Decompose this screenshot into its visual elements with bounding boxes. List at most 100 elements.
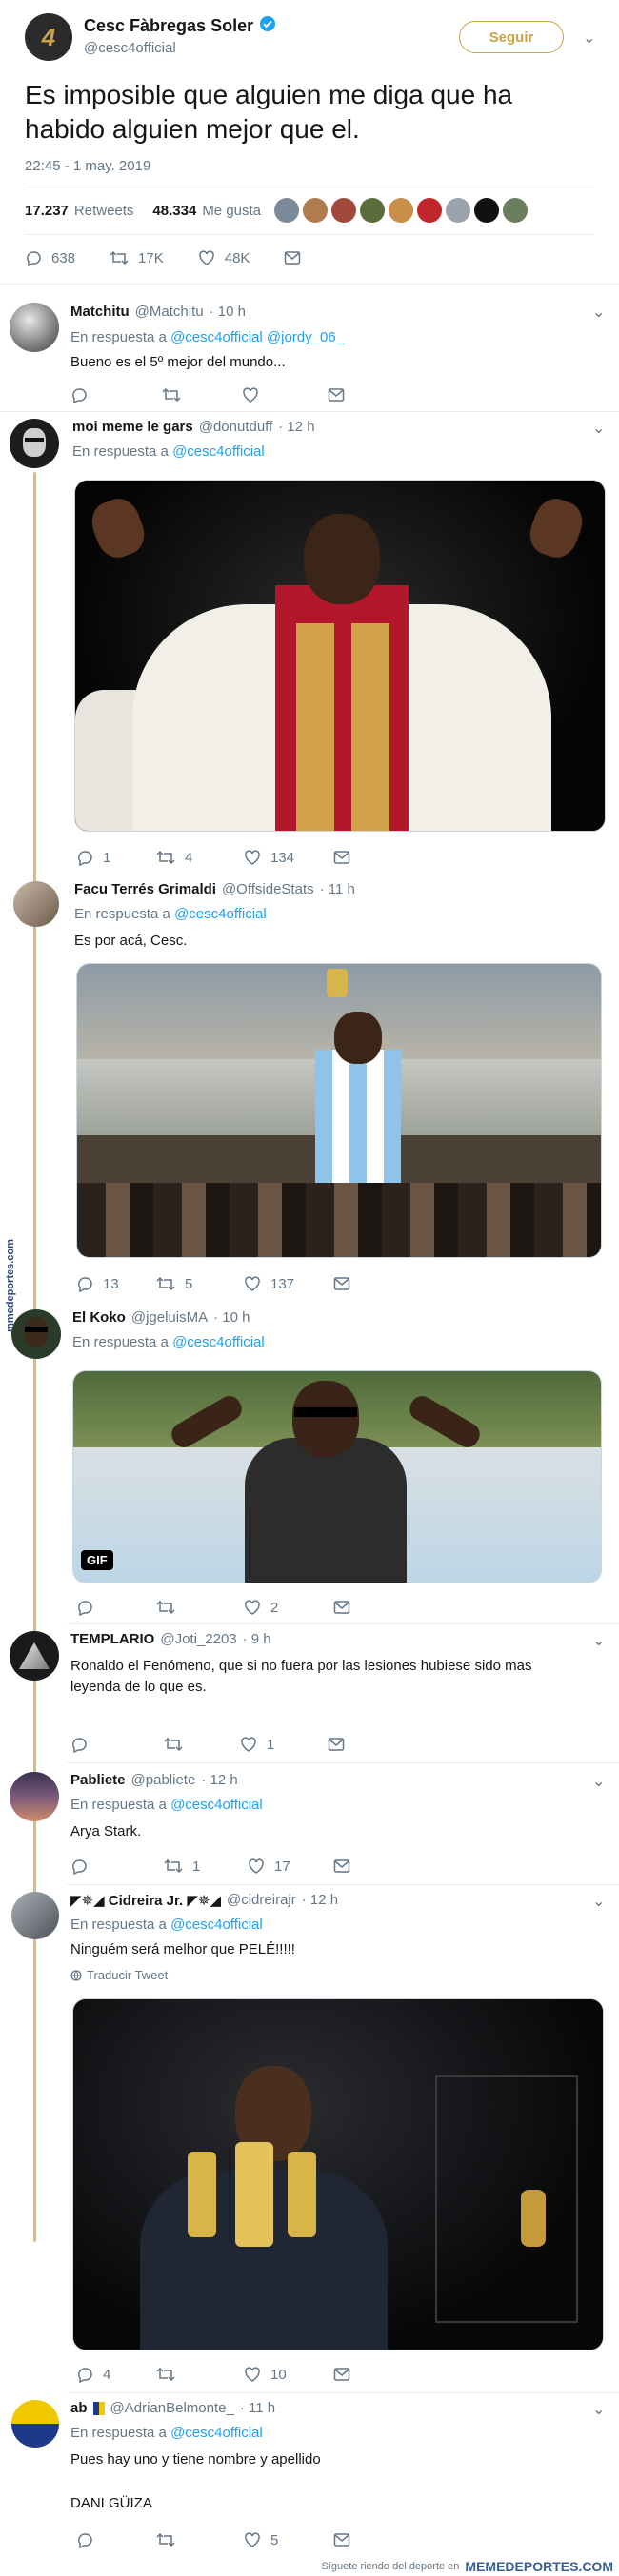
reply-image[interactable] [72,1998,604,2350]
direct-message-button[interactable] [333,1276,350,1291]
retweet-button[interactable]: 1 [164,1858,248,1875]
reply-mentions[interactable]: @cesc4official @jordy_06_ [170,329,344,345]
reply-image[interactable] [74,480,606,832]
retweet-button[interactable]: 17K [110,249,164,266]
chevron-down-icon[interactable]: ⌄ [592,1772,605,1791]
author-name[interactable]: Cesc Fàbregas Soler [84,16,253,36]
reply-time[interactable]: · 9 h [243,1631,271,1647]
liker-avatar[interactable] [331,198,356,223]
reply-button[interactable] [76,1599,156,1616]
reply-button[interactable] [70,1858,164,1875]
reply-button[interactable]: 13 [76,1275,156,1292]
reply-time[interactable]: · 11 h [320,881,355,897]
liker-avatar[interactable] [303,198,328,223]
reply-time[interactable]: · 12 h [278,419,314,435]
retweet-button[interactable] [156,2531,244,2548]
liker-avatar[interactable] [417,198,442,223]
liker-avatar[interactable] [389,198,413,223]
reply-mentions[interactable]: @cesc4official [170,1797,263,1813]
likes-count[interactable]: 48.334 [152,203,196,219]
liker-avatar[interactable] [274,198,299,223]
reply-author-name[interactable]: ◤✵◢ Cidreira Jr. ◤✵◢ [70,1892,221,1909]
reply-author-name[interactable]: moi meme le gars [72,419,193,435]
reply-button[interactable] [70,1736,164,1753]
like-button[interactable]: 134 [244,849,333,866]
reply-time[interactable]: · 10 h [210,304,246,320]
reply-time[interactable]: · 11 h [240,2400,275,2416]
reply-author-handle[interactable]: @Joti_2203 [160,1631,236,1647]
reply-button[interactable]: 4 [76,2366,156,2383]
chevron-down-icon[interactable]: ⌄ [592,419,605,438]
retweets-count[interactable]: 17.237 [25,203,69,219]
reply-avatar[interactable] [13,881,59,927]
reply-mentions[interactable]: @cesc4official [170,2425,263,2441]
reply-time[interactable]: · 10 h [213,1309,250,1326]
like-button[interactable]: 10 [244,2366,333,2383]
reply-author-name[interactable]: TEMPLARIO [70,1631,154,1647]
direct-message-button[interactable] [333,1600,350,1615]
author-avatar[interactable]: 4 [25,13,72,61]
reply-author-handle[interactable]: @donutduff [199,419,273,435]
reply-mentions[interactable]: @cesc4official [172,443,265,460]
translate-tweet[interactable]: Traducir Tweet [70,1968,168,1982]
reply-author-name[interactable]: Matchitu [70,304,130,320]
reply-author-name[interactable]: El Koko [72,1309,126,1326]
reply-author-handle[interactable]: @OffsideStats [222,881,314,897]
retweet-button[interactable] [156,1599,244,1616]
reply-author-handle[interactable]: @Matchitu [135,304,204,320]
reply-avatar[interactable] [10,1631,59,1681]
direct-message-button[interactable] [333,2367,350,2382]
author-handle[interactable]: @cesc4official [84,40,276,56]
like-button[interactable]: 1 [240,1736,328,1753]
like-button[interactable]: 5 [244,2531,333,2548]
reply-author-name[interactable]: ab [70,2400,88,2416]
chevron-down-icon[interactable]: ⌄ [583,29,595,48]
reply-author-handle[interactable]: @AdrianBelmonte_ [110,2400,234,2416]
reply-author-name[interactable]: Facu Terrés Grimaldi [74,881,216,897]
reply-author-handle[interactable]: @pabliete [131,1772,196,1788]
liker-avatar[interactable] [446,198,470,223]
chevron-down-icon[interactable]: ⌄ [592,1631,605,1650]
direct-message-button[interactable] [328,387,345,403]
reply-button[interactable]: 1 [76,849,156,866]
reply-avatar[interactable] [10,303,59,352]
reply-image[interactable] [76,963,602,1258]
reply-mentions[interactable]: @cesc4official [170,1917,263,1933]
like-button[interactable]: 2 [244,1599,333,1616]
reply-avatar[interactable] [10,419,59,468]
retweet-button[interactable] [164,1736,240,1753]
reply-avatar[interactable] [10,1772,59,1821]
chevron-down-icon[interactable]: ⌄ [592,303,605,322]
tweet-timestamp[interactable]: 22:45 - 1 may. 2019 [25,158,150,174]
liker-avatar[interactable] [474,198,499,223]
reply-time[interactable]: · 12 h [201,1772,237,1788]
like-button[interactable]: 137 [244,1275,333,1292]
like-button[interactable]: 17 [248,1858,333,1875]
reply-gif[interactable]: GIF [72,1370,602,1583]
reply-author-name[interactable]: Pabliete [70,1772,126,1788]
follow-button[interactable]: Seguir [459,21,564,53]
reply-avatar[interactable] [11,2400,59,2448]
retweet-button[interactable] [156,2366,244,2383]
reply-mentions[interactable]: @cesc4official [172,1334,265,1350]
reply-button[interactable]: 638 [25,249,75,266]
chevron-down-icon[interactable]: ⌄ [592,2400,605,2419]
retweet-button[interactable]: 4 [156,849,244,866]
retweet-button[interactable]: 5 [156,1275,244,1292]
liker-avatar[interactable] [360,198,385,223]
like-button[interactable] [242,386,328,403]
footer-brand[interactable]: MEMEDEPORTES.COM [465,2559,613,2574]
liker-avatar[interactable] [503,198,528,223]
retweet-button[interactable] [162,386,242,403]
reply-button[interactable] [70,386,162,403]
direct-message-button[interactable] [328,1737,345,1752]
reply-mentions[interactable]: @cesc4official [174,906,267,922]
direct-message-button[interactable] [333,1858,350,1874]
direct-message-button[interactable] [333,2532,350,2547]
direct-message-button[interactable] [284,250,301,265]
reply-avatar[interactable] [11,1892,59,1939]
reply-button[interactable] [76,2531,156,2548]
like-button[interactable]: 48K [198,249,250,266]
reply-author-handle[interactable]: @cidreirajr [227,1892,296,1909]
chevron-down-icon[interactable]: ⌄ [592,1892,605,1911]
